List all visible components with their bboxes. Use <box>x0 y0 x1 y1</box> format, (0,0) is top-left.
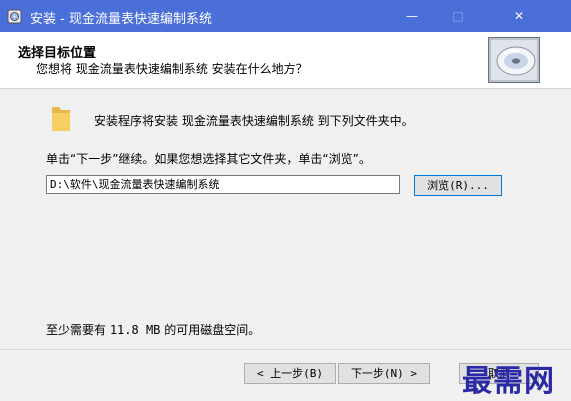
close-icon: ✕ <box>513 9 525 23</box>
wizard-body: 安装程序将安装 现金流量表快速编制系统 到下列文件夹中。 单击“下一步”继续。如… <box>0 89 571 401</box>
maximize-button[interactable]: □ <box>435 0 481 32</box>
disk-space-text: 至少需要有 11.8 MB 的可用磁盘空间。 <box>46 321 260 338</box>
wizard-header: 选择目标位置 您想将 现金流量表快速编制系统 安装在什么地方？ <box>0 32 571 89</box>
cd-disc-icon <box>488 37 540 83</box>
disk-space-suffix: 的可用磁盘空间。 <box>160 323 261 337</box>
install-path-input[interactable]: D:\软件\现金流量表快速编制系统 <box>46 175 400 194</box>
browse-button[interactable]: 浏览(R)... <box>414 175 502 196</box>
watermark-logo: 最需网 <box>462 364 555 399</box>
back-button[interactable]: < 上一步(B) <box>244 363 336 384</box>
folder-icon <box>52 107 70 131</box>
minimize-button[interactable]: — <box>389 0 435 32</box>
install-info-text: 安装程序将安装 现金流量表快速编制系统 到下列文件夹中。 <box>94 114 414 128</box>
next-button[interactable]: 下一步(N) > <box>338 363 430 384</box>
maximize-icon: □ <box>452 9 464 23</box>
footer-divider <box>0 349 571 350</box>
minimize-icon: — <box>406 9 418 23</box>
installer-icon <box>7 9 22 24</box>
window-title: 安装 - 现金流量表快速编制系统 <box>30 12 212 27</box>
instruction-text: 单击“下一步”继续。如果您想选择其它文件夹，单击“浏览”。 <box>46 152 371 166</box>
page-title: 选择目标位置 <box>18 46 97 61</box>
disk-space-value: 11.8 MB <box>109 323 161 337</box>
close-button[interactable]: ✕ <box>496 0 542 32</box>
disk-space-prefix: 至少需要有 <box>46 323 110 337</box>
title-bar[interactable]: 安装 - 现金流量表快速编制系统 — □ ✕ <box>0 0 571 32</box>
page-subtitle: 您想将 现金流量表快速编制系统 安装在什么地方？ <box>36 62 308 76</box>
